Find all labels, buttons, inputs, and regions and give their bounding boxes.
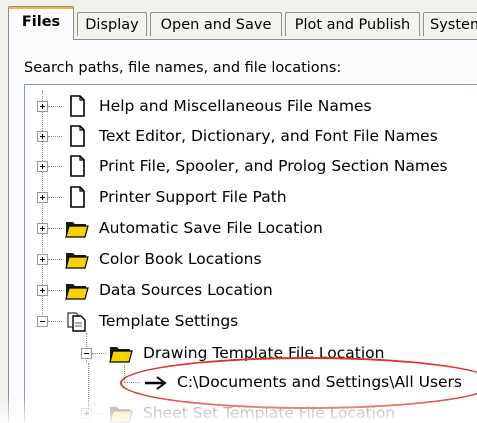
folder-icon [65, 217, 89, 239]
tree-item-label: Automatic Save File Location [99, 219, 323, 237]
tree-item-data-sources[interactable]: Data Sources Location [37, 275, 273, 305]
document-icon [65, 125, 89, 147]
options-dialog: Files Display Open and Save Plot and Pub… [0, 0, 477, 423]
tree-item-label: Sheet Set Template File Location [143, 404, 396, 422]
tree-item-label: C:\Documents and Settings\All Users [177, 373, 463, 391]
tab-display[interactable]: Display [77, 12, 147, 36]
tree-item-drawing-template[interactable]: Drawing Template File Location [81, 338, 384, 368]
tree-item-label: Color Book Locations [99, 250, 262, 268]
tree-item-label: Text Editor, Dictionary, and Font File N… [99, 127, 438, 145]
tree-item-label: Printer Support File Path [99, 188, 287, 206]
expand-plus-icon[interactable] [37, 222, 48, 234]
expand-plus-icon[interactable] [81, 407, 92, 419]
tree-item-label: Drawing Template File Location [143, 344, 385, 362]
expand-plus-icon[interactable] [37, 100, 48, 112]
tree-item-print-file[interactable]: Print File, Spooler, and Prolog Section … [37, 151, 448, 181]
collapse-minus-icon[interactable] [37, 315, 48, 327]
document-icon [65, 155, 89, 177]
tree-item-path-value[interactable]: C:\Documents and Settings\All Users [124, 367, 462, 397]
tree-item-label: Help and Miscellaneous File Names [99, 97, 372, 115]
tab-open-and-save[interactable]: Open and Save [150, 12, 282, 36]
tree-caption: Search paths, file names, and file locat… [24, 60, 342, 76]
folder-icon [109, 342, 133, 364]
collapse-minus-icon[interactable] [81, 347, 92, 359]
tree-item-label: Data Sources Location [99, 281, 273, 299]
tab-bar: Files Display Open and Save Plot and Pub… [8, 6, 477, 40]
tree-item-help-misc[interactable]: Help and Miscellaneous File Names [37, 91, 372, 121]
arrow-icon [143, 371, 167, 393]
file-locations-tree[interactable]: Help and Miscellaneous File Names Text E… [24, 84, 477, 423]
tree-item-label: Print File, Spooler, and Prolog Section … [99, 157, 448, 175]
expand-plus-icon[interactable] [37, 191, 48, 203]
tab-plot-and-publish[interactable]: Plot and Publish [285, 12, 420, 36]
tree-item-color-book[interactable]: Color Book Locations [37, 244, 262, 274]
tree-item-text-editor[interactable]: Text Editor, Dictionary, and Font File N… [37, 121, 438, 151]
tree-item-printer-support[interactable]: Printer Support File Path [37, 182, 287, 212]
expand-plus-icon[interactable] [37, 130, 48, 142]
document-icon [65, 186, 89, 208]
tab-system[interactable]: System [423, 12, 477, 36]
tree-item-label: Template Settings [99, 312, 239, 330]
folder-icon [65, 248, 89, 270]
tree-item-template-settings[interactable]: Template Settings [37, 306, 238, 336]
expand-plus-icon[interactable] [37, 284, 48, 296]
tree-item-sheet-set-template[interactable]: Sheet Set Template File Location [81, 398, 395, 423]
tab-files[interactable]: Files [8, 6, 74, 40]
expand-plus-icon[interactable] [37, 253, 48, 265]
documents-icon [65, 310, 89, 332]
tree-item-autosave[interactable]: Automatic Save File Location [37, 213, 323, 243]
expand-plus-icon[interactable] [37, 160, 48, 172]
document-icon [65, 95, 89, 117]
folder-icon [65, 279, 89, 301]
folder-icon [109, 402, 133, 423]
